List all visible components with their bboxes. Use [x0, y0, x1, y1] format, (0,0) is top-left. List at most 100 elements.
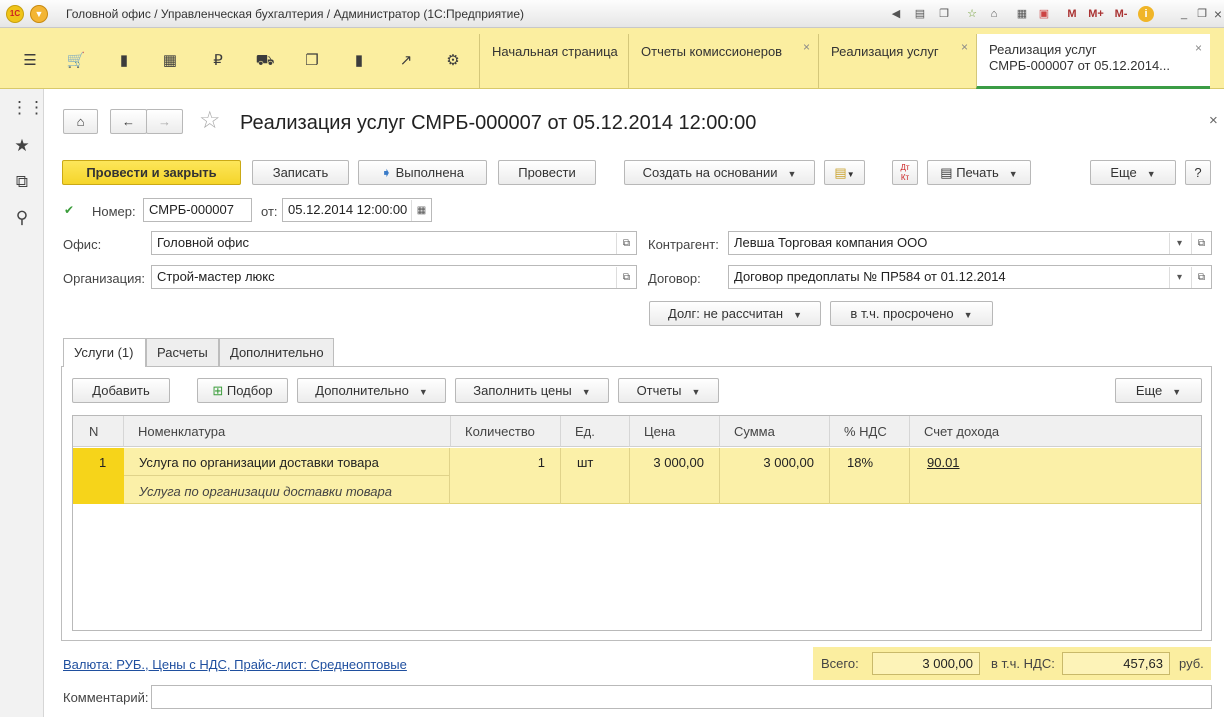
- reports-button[interactable]: Отчеты ▼: [618, 378, 719, 403]
- back-button[interactable]: ←: [110, 109, 147, 134]
- close-tab-icon[interactable]: ×: [803, 40, 810, 54]
- back-icon[interactable]: ◀: [888, 6, 904, 22]
- pick-button[interactable]: ⊞ Подбор: [197, 378, 288, 403]
- more-button[interactable]: Еще ▼: [1090, 160, 1176, 185]
- close-form-icon[interactable]: ×: [1209, 112, 1218, 129]
- print-icon[interactable]: ▤: [912, 6, 928, 22]
- menu-dropdown-icon[interactable]: ▼: [30, 5, 48, 23]
- tab-current-document[interactable]: Реализация услуг СМРБ-000007 от 05.12.20…: [976, 34, 1210, 89]
- row-sum[interactable]: 3 000,00: [720, 455, 814, 470]
- dt-kt-button[interactable]: Дт Кт: [892, 160, 918, 185]
- office-field[interactable]: Головной офис ⧉: [151, 231, 637, 255]
- memory-m-icon[interactable]: M: [1064, 6, 1080, 22]
- create-based-button[interactable]: Создать на основании ▼: [624, 160, 815, 185]
- done-button[interactable]: ➧ Выполнена: [358, 160, 487, 185]
- additional-button[interactable]: Дополнительно ▼: [297, 378, 446, 403]
- calendar-icon[interactable]: ▦: [411, 200, 431, 221]
- add-button[interactable]: Добавить: [72, 378, 170, 403]
- trend-icon[interactable]: ↗: [395, 50, 417, 72]
- memory-mplus-icon[interactable]: M+: [1084, 6, 1108, 22]
- column-header-sum[interactable]: Сумма: [720, 416, 830, 447]
- row-vat[interactable]: 18%: [847, 455, 873, 470]
- ruble-icon[interactable]: ₽: [207, 50, 229, 72]
- overdue-button[interactable]: в т.ч. просрочено ▼: [830, 301, 993, 326]
- services-table[interactable]: N Номенклатура Количество Ед. Цена Сумма…: [72, 415, 1202, 631]
- organization-field[interactable]: Строй-мастер люкс ⧉: [151, 265, 637, 289]
- truck-icon[interactable]: ⛟: [254, 50, 276, 72]
- post-button[interactable]: Провести: [498, 160, 596, 185]
- print-button[interactable]: ▤ Печать ▼: [927, 160, 1031, 185]
- contract-field[interactable]: Договор предоплаты № ПР584 от 01.12.2014…: [728, 265, 1212, 289]
- tab-service-sales[interactable]: Реализация услуг ×: [818, 34, 976, 88]
- forward-button[interactable]: →: [146, 109, 183, 134]
- tab-additional[interactable]: Дополнительно: [219, 338, 334, 366]
- date-field[interactable]: 05.12.2014 12:00:00 ▦: [282, 198, 432, 222]
- column-header-unit[interactable]: Ед.: [561, 416, 630, 447]
- tab-settlements[interactable]: Расчеты: [146, 338, 219, 366]
- posted-status-icon: ✔: [64, 203, 75, 217]
- help-button[interactable]: ?: [1185, 160, 1211, 185]
- memory-mminus-icon[interactable]: M-: [1110, 6, 1132, 22]
- row-item[interactable]: Услуга по организации доставки товара: [139, 455, 379, 470]
- search-icon[interactable]: ⚲: [11, 207, 33, 229]
- close-tab-icon[interactable]: ×: [961, 40, 968, 54]
- apps-grid-icon[interactable]: ⋮⋮: [11, 97, 45, 119]
- documents-icon[interactable]: ❐: [301, 50, 323, 72]
- comment-field[interactable]: [151, 685, 1212, 709]
- restore-icon[interactable]: ❐: [1194, 6, 1210, 22]
- info-icon[interactable]: i: [1138, 6, 1154, 22]
- counterparty-field[interactable]: Левша Торговая компания ООО ▾ ⧉: [728, 231, 1212, 255]
- number-field[interactable]: СМРБ-000007: [143, 198, 252, 222]
- open-icon[interactable]: ⧉: [616, 233, 636, 254]
- column-header-account[interactable]: Счет дохода: [910, 416, 1201, 447]
- dropdown-icon[interactable]: ▾: [1169, 267, 1189, 288]
- row-account[interactable]: 90.01: [927, 455, 960, 470]
- related-docs-button[interactable]: ▤▼: [824, 160, 865, 185]
- menu-icon[interactable]: ☰: [19, 50, 41, 72]
- favorite-star-icon[interactable]: ☆: [199, 108, 221, 134]
- calculator-icon[interactable]: ▦: [1014, 6, 1030, 22]
- post-and-close-button[interactable]: Провести и закрыть: [62, 160, 241, 185]
- table-more-button[interactable]: Еще ▼: [1115, 378, 1202, 403]
- save-button[interactable]: Записать: [252, 160, 349, 185]
- left-panel: ⋮⋮ ★ ⧉ ⚲: [0, 89, 45, 717]
- table-row[interactable]: 1 Услуга по организации доставки товара …: [73, 448, 1201, 504]
- open-icon[interactable]: ⧉: [616, 267, 636, 288]
- history-icon[interactable]: ⧉: [11, 171, 33, 193]
- row-qty[interactable]: 1: [451, 455, 545, 470]
- close-tab-icon[interactable]: ×: [1195, 40, 1202, 56]
- home-button[interactable]: ⌂: [63, 109, 98, 134]
- column-header-item[interactable]: Номенклатура: [124, 416, 451, 447]
- cart-icon[interactable]: 🛒: [65, 50, 87, 72]
- row-price[interactable]: 3 000,00: [630, 455, 704, 470]
- open-icon[interactable]: ⧉: [1191, 267, 1211, 288]
- tab-services[interactable]: Услуги (1): [63, 338, 146, 367]
- minimize-icon[interactable]: _: [1176, 6, 1192, 22]
- copy-icon[interactable]: ❐: [936, 6, 952, 22]
- calendar-icon[interactable]: ▣: [1036, 6, 1052, 22]
- column-header-price[interactable]: Цена: [630, 416, 720, 447]
- window-title: Головной офис / Управленческая бухгалтер…: [66, 7, 525, 21]
- pick-icon: ⊞: [212, 383, 224, 398]
- column-header-vat[interactable]: % НДС: [830, 416, 910, 447]
- tab-home-page[interactable]: Начальная страница: [479, 34, 628, 88]
- bar-chart-icon[interactable]: ▮: [348, 50, 370, 72]
- close-icon[interactable]: ×: [1210, 6, 1224, 22]
- tab-commission-reports[interactable]: Отчеты комиссионеров ×: [628, 34, 818, 88]
- favorite-icon[interactable]: ☆: [964, 6, 980, 22]
- bag-icon[interactable]: ▮: [113, 50, 135, 72]
- row-unit[interactable]: шт: [577, 455, 593, 470]
- counterparty-label: Контрагент:: [648, 237, 719, 252]
- debt-button[interactable]: Долг: не рассчитан ▼: [649, 301, 821, 326]
- warehouse-icon[interactable]: ▦: [159, 50, 181, 72]
- column-header-n[interactable]: N: [73, 416, 124, 447]
- column-header-qty[interactable]: Количество: [451, 416, 561, 447]
- currency-link[interactable]: Валюта: РУБ., Цены с НДС, Прайс-лист: Ср…: [63, 657, 407, 672]
- dropdown-icon[interactable]: ▾: [1169, 233, 1189, 254]
- currency-label: руб.: [1179, 656, 1204, 671]
- home-icon[interactable]: ⌂: [986, 6, 1002, 22]
- fill-prices-button[interactable]: Заполнить цены ▼: [455, 378, 609, 403]
- settings-icon[interactable]: ⚙: [442, 50, 464, 72]
- star-icon[interactable]: ★: [11, 135, 33, 157]
- open-icon[interactable]: ⧉: [1191, 233, 1211, 254]
